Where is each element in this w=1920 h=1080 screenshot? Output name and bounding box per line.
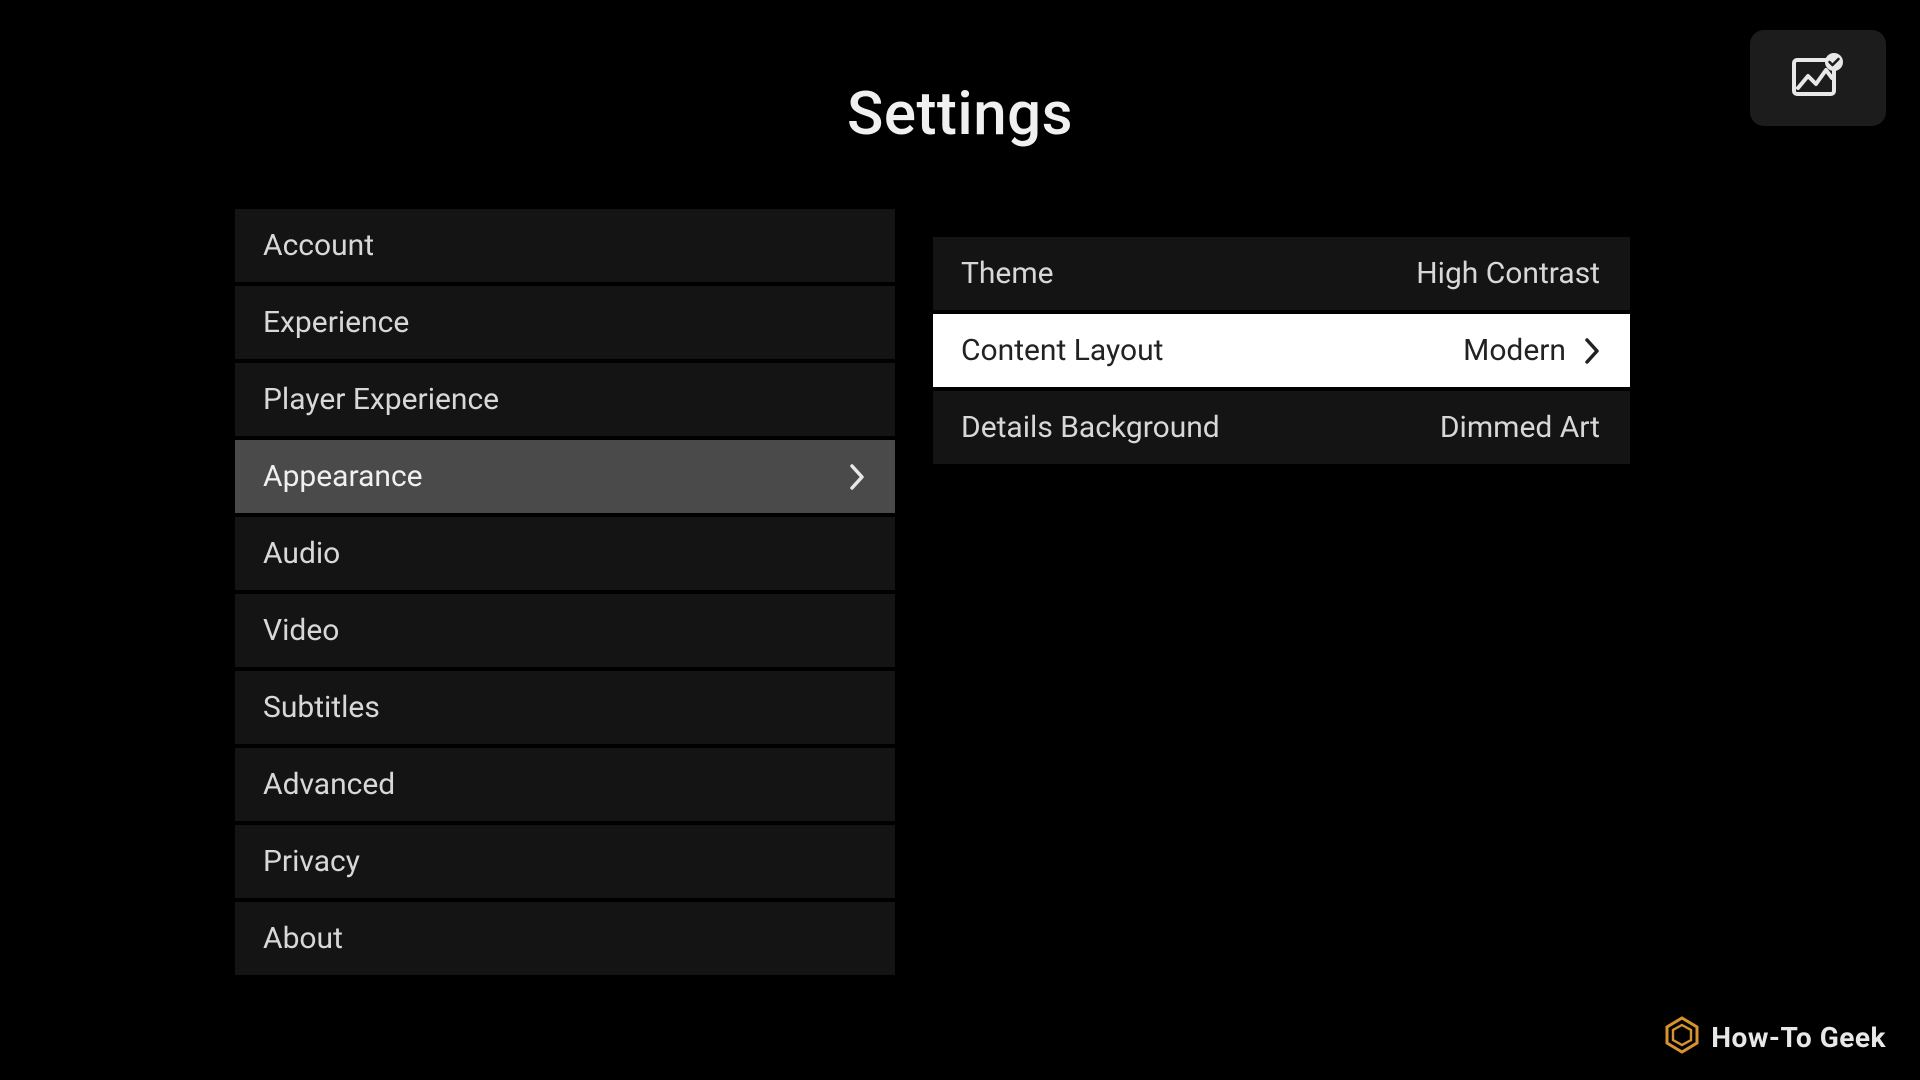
image-check-icon (1792, 52, 1844, 104)
watermark: How-To Geek (1663, 1016, 1886, 1058)
sidebar-item-label: Player Experience (263, 382, 499, 417)
detail-row-theme[interactable]: Theme High Contrast (933, 237, 1630, 310)
appearance-detail-panel: Theme High Contrast Content Layout Moder… (933, 237, 1630, 975)
sidebar-item-label: Video (263, 613, 339, 648)
sidebar-item-subtitles[interactable]: Subtitles (235, 671, 895, 744)
sidebar-item-advanced[interactable]: Advanced (235, 748, 895, 821)
settings-content: Account Experience Player Experience App… (0, 149, 1920, 975)
settings-sidebar: Account Experience Player Experience App… (235, 209, 895, 975)
detail-row-details-background[interactable]: Details Background Dimmed Art (933, 391, 1630, 464)
detail-row-content-layout[interactable]: Content Layout Modern (933, 314, 1630, 387)
sidebar-item-label: Audio (263, 536, 340, 571)
sidebar-item-appearance[interactable]: Appearance (235, 440, 895, 513)
detail-row-value: Dimmed Art (1440, 410, 1600, 445)
sidebar-item-label: Privacy (263, 844, 360, 879)
detail-row-value: Modern (1463, 333, 1566, 368)
sidebar-item-label: Advanced (263, 767, 395, 802)
howtogeek-logo-icon (1663, 1016, 1701, 1058)
sidebar-item-experience[interactable]: Experience (235, 286, 895, 359)
chevron-right-icon (849, 464, 865, 490)
detail-row-label: Content Layout (961, 333, 1163, 368)
sidebar-item-label: Appearance (263, 459, 423, 494)
detail-row-label: Details Background (961, 410, 1220, 445)
watermark-text: How-To Geek (1711, 1021, 1886, 1054)
sidebar-item-label: About (263, 921, 343, 956)
sidebar-item-privacy[interactable]: Privacy (235, 825, 895, 898)
image-check-badge[interactable] (1750, 30, 1886, 126)
sidebar-item-about[interactable]: About (235, 902, 895, 975)
chevron-right-icon (1584, 338, 1600, 364)
sidebar-item-video[interactable]: Video (235, 594, 895, 667)
detail-row-label: Theme (961, 256, 1054, 291)
sidebar-item-player-experience[interactable]: Player Experience (235, 363, 895, 436)
sidebar-item-label: Experience (263, 305, 409, 340)
sidebar-item-label: Account (263, 228, 374, 263)
page-title: Settings (0, 0, 1920, 149)
sidebar-item-account[interactable]: Account (235, 209, 895, 282)
detail-row-value: High Contrast (1416, 256, 1600, 291)
sidebar-item-audio[interactable]: Audio (235, 517, 895, 590)
sidebar-item-label: Subtitles (263, 690, 380, 725)
